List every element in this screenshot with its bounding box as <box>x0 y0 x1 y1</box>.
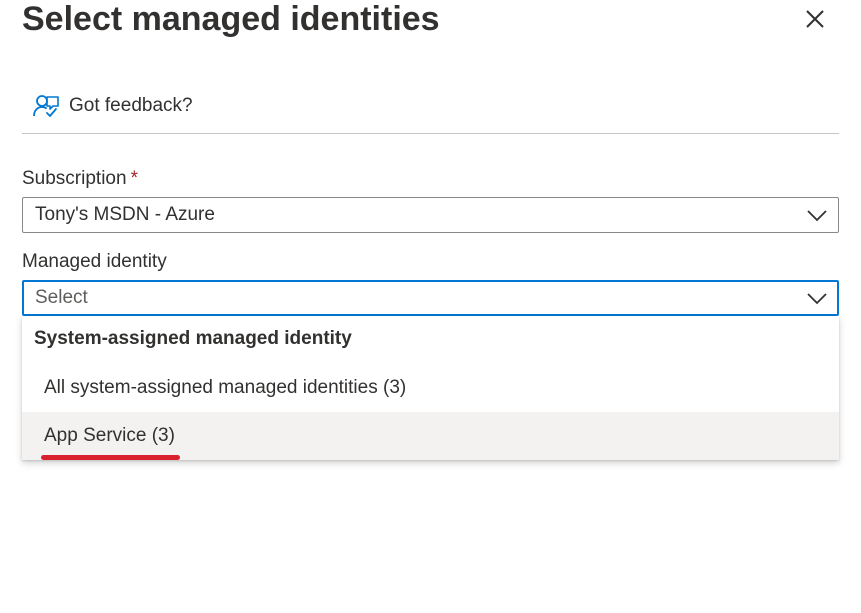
divider <box>22 133 839 134</box>
managed-identity-label: Managed identity <box>22 251 167 272</box>
menu-option-label: App Service (3) <box>44 425 175 446</box>
chevron-down-icon <box>807 293 827 305</box>
managed-identity-placeholder: Select <box>35 287 88 308</box>
menu-option-app-service[interactable]: App Service (3) <box>22 412 839 460</box>
close-icon <box>806 10 824 28</box>
feedback-button[interactable]: Got feedback? <box>22 88 193 124</box>
chevron-down-icon <box>807 210 827 222</box>
subscription-label-text: Subscription <box>22 168 127 189</box>
close-button[interactable] <box>799 3 831 35</box>
subscription-label: Subscription * <box>22 168 138 190</box>
subscription-dropdown[interactable]: Tony's MSDN - Azure <box>22 197 839 233</box>
required-marker: * <box>130 168 138 189</box>
highlight-underline <box>41 455 180 460</box>
menu-option-all-system-assigned[interactable]: All system-assigned managed identities (… <box>22 364 839 412</box>
feedback-label: Got feedback? <box>69 95 193 116</box>
feedback-icon <box>33 95 59 117</box>
managed-identity-menu: System-assigned managed identity All sys… <box>22 316 839 460</box>
menu-group-header: System-assigned managed identity <box>34 328 352 349</box>
managed-identity-dropdown[interactable]: Select <box>22 280 839 316</box>
menu-option-label: All system-assigned managed identities (… <box>44 377 407 398</box>
page-title: Select managed identities <box>22 0 440 38</box>
subscription-value: Tony's MSDN - Azure <box>35 204 215 225</box>
